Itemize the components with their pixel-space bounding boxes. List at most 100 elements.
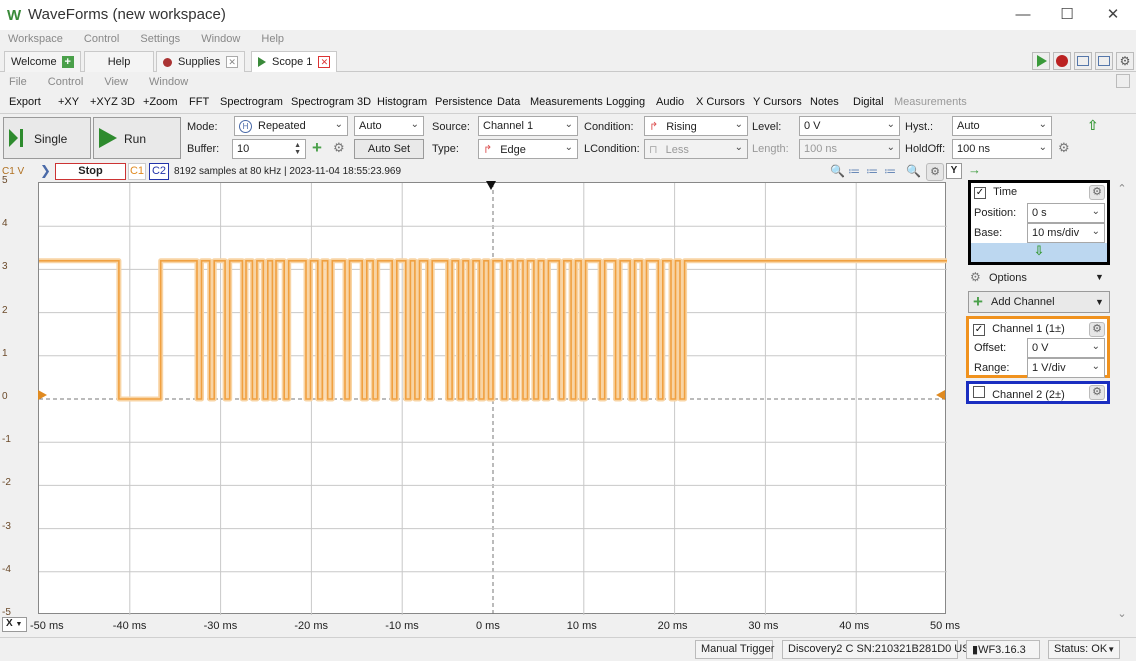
arrow-down-icon[interactable]: ⇩ xyxy=(971,243,1107,262)
record-button[interactable] xyxy=(1053,52,1071,70)
channel-2-checkbox[interactable] xyxy=(973,386,985,398)
toolbar-digital[interactable]: Digital xyxy=(853,96,884,108)
x-tick-label: -40 ms xyxy=(112,620,147,632)
toolbar-xy[interactable]: +XY xyxy=(58,96,79,108)
condition-select[interactable]: ↱ Rising ⌄ xyxy=(644,116,748,136)
tab-help[interactable]: Help xyxy=(84,51,154,72)
offset-select[interactable]: 0 V ⌄ xyxy=(1027,338,1105,358)
minimize-button[interactable]: — xyxy=(1008,4,1038,26)
single-button[interactable]: Single xyxy=(3,117,91,159)
menu-workspace[interactable]: Workspace xyxy=(8,33,63,45)
gear-icon[interactable]: ⚙ xyxy=(926,163,944,181)
trigger-level-marker[interactable] xyxy=(936,390,945,400)
mode-select[interactable]: H Repeated ⌄ xyxy=(234,116,348,136)
hyst-select[interactable]: Auto ⌄ xyxy=(952,116,1052,136)
menu-settings[interactable]: Settings xyxy=(140,33,180,45)
toolbar-measurements[interactable]: Measurements xyxy=(530,96,603,108)
zoom-out-icon[interactable]: 🔍 xyxy=(906,164,921,178)
auto-set-button[interactable]: Auto Set xyxy=(354,139,424,159)
toolbar-histogram[interactable]: Histogram xyxy=(377,96,427,108)
auto-select[interactable]: Auto ⌄ xyxy=(354,116,424,136)
x-axis-button[interactable]: X ▼ xyxy=(2,617,27,632)
chevron-down-icon[interactable]: ⌄ xyxy=(1114,607,1130,620)
gear-icon[interactable]: ⚙ xyxy=(333,140,345,156)
channel-1-checkbox[interactable]: ✓ xyxy=(973,324,985,336)
toolbar-spectrogram[interactable]: Spectrogram xyxy=(220,96,283,108)
maximize-button[interactable]: ☐ xyxy=(1052,4,1082,26)
tile-button[interactable] xyxy=(1095,52,1113,70)
holdoff-select[interactable]: 100 ns ⌄ xyxy=(952,139,1052,159)
toolbar-x-cursors[interactable]: X Cursors xyxy=(696,96,745,108)
base-select[interactable]: 10 ms/div ⌄ xyxy=(1027,223,1105,243)
gear-icon[interactable]: ⚙ xyxy=(970,270,981,284)
toolbar-y-cursors[interactable]: Y Cursors xyxy=(753,96,802,108)
run-all-button[interactable] xyxy=(1032,52,1050,70)
add-channel-button[interactable]: + Add Channel ▼ xyxy=(968,291,1110,313)
menu-file[interactable]: File xyxy=(9,76,27,88)
menu-view[interactable]: View xyxy=(104,76,128,88)
layout-button[interactable] xyxy=(1074,52,1092,70)
position-select[interactable]: 0 s ⌄ xyxy=(1027,203,1105,223)
tab-supplies[interactable]: Supplies ✕ xyxy=(156,51,246,72)
tab-welcome[interactable]: Welcome + xyxy=(4,51,81,72)
options-label[interactable]: Options xyxy=(989,272,1027,284)
type-select[interactable]: ↱ Edge ⌄ xyxy=(478,139,578,159)
channel-2-toggle[interactable]: C2 xyxy=(149,163,169,180)
toolbar-persistence[interactable]: Persistence xyxy=(435,96,492,108)
buffer-input[interactable]: 10 ▲ ▼ xyxy=(232,139,306,159)
toolbar-xyz-3d[interactable]: +XYZ 3D xyxy=(90,96,135,108)
zoom-y-icon[interactable]: ≔ xyxy=(866,164,878,178)
zoom-fit-icon[interactable]: ≔ xyxy=(884,164,896,178)
tab-scope-1[interactable]: Scope 1 ✕ xyxy=(251,51,338,72)
scrollbar[interactable]: ⌃ ⌄ xyxy=(1114,182,1130,620)
trigger-position-marker[interactable] xyxy=(486,181,496,190)
channel-1-toggle[interactable]: C1 xyxy=(128,163,146,180)
toolbar-logging[interactable]: Logging xyxy=(606,96,645,108)
scope-plot[interactable] xyxy=(38,182,947,615)
toolbar-data[interactable]: Data xyxy=(497,96,520,108)
gear-icon[interactable]: ⚙ xyxy=(1058,140,1070,156)
menu-control[interactable]: Control xyxy=(84,33,119,45)
plus-icon[interactable]: + xyxy=(61,56,74,68)
gear-icon[interactable]: ⚙ xyxy=(1089,322,1105,337)
settings-button[interactable]: ⚙ xyxy=(1116,52,1134,70)
close-icon[interactable]: ✕ xyxy=(318,56,331,68)
zoom-x-icon[interactable]: ≔ xyxy=(848,164,860,178)
close-window-button[interactable]: ✕ xyxy=(1098,4,1128,26)
toolbar-audio[interactable]: Audio xyxy=(656,96,684,108)
menu-window[interactable]: Window xyxy=(201,33,240,45)
run-button[interactable]: Run xyxy=(93,117,181,159)
device-status[interactable]: Discovery2 C SN:210321B281D0 USB xyxy=(782,640,977,659)
status-indicator[interactable]: Status: OK▼ xyxy=(1048,640,1120,659)
toolbar-notes[interactable]: Notes xyxy=(810,96,839,108)
toolbar-spectrogram-3d[interactable]: Spectrogram 3D xyxy=(291,96,371,108)
gear-icon[interactable]: ⚙ xyxy=(1089,185,1105,200)
menu-window[interactable]: Window xyxy=(149,76,188,88)
close-icon[interactable]: ✕ xyxy=(226,56,239,68)
chevron-down-icon[interactable]: ▼ xyxy=(1095,272,1104,282)
y-axis-button[interactable]: Y xyxy=(946,163,962,179)
chevron-right-icon[interactable]: ❯ xyxy=(40,163,51,179)
version-badge[interactable]: ▮WF3.16.3 xyxy=(966,640,1040,659)
toolbar-zoom[interactable]: +Zoom xyxy=(143,96,178,108)
arrow-right-icon[interactable]: → xyxy=(968,162,981,177)
range-select[interactable]: 1 V/div ⌄ xyxy=(1027,358,1105,378)
window-title: WaveForms (new workspace) xyxy=(28,6,226,23)
dock-button[interactable] xyxy=(1116,74,1130,88)
time-checkbox[interactable]: ✓ xyxy=(974,187,986,199)
chevron-up-icon[interactable]: ⌃ xyxy=(1114,182,1130,195)
menu-help[interactable]: Help xyxy=(261,33,284,45)
add-icon[interactable]: + xyxy=(312,138,322,158)
manual-trigger-button[interactable]: Manual Trigger xyxy=(695,640,774,659)
arrow-up-icon[interactable]: ⇧ xyxy=(1087,117,1099,134)
menu-control[interactable]: Control xyxy=(48,76,83,88)
channel-1-offset-marker[interactable] xyxy=(38,390,47,400)
gear-icon[interactable]: ⚙ xyxy=(1089,385,1105,400)
zoom-icon[interactable]: 🔍 xyxy=(830,164,845,178)
level-select[interactable]: 0 V ⌄ xyxy=(799,116,900,136)
toolbar-fft[interactable]: FFT xyxy=(189,96,209,108)
holdoff-label: HoldOff: xyxy=(905,143,946,155)
chevron-down-icon: ⌄ xyxy=(1091,226,1100,237)
source-select[interactable]: Channel 1 ⌄ xyxy=(478,116,578,136)
toolbar-export[interactable]: Export xyxy=(9,96,41,108)
